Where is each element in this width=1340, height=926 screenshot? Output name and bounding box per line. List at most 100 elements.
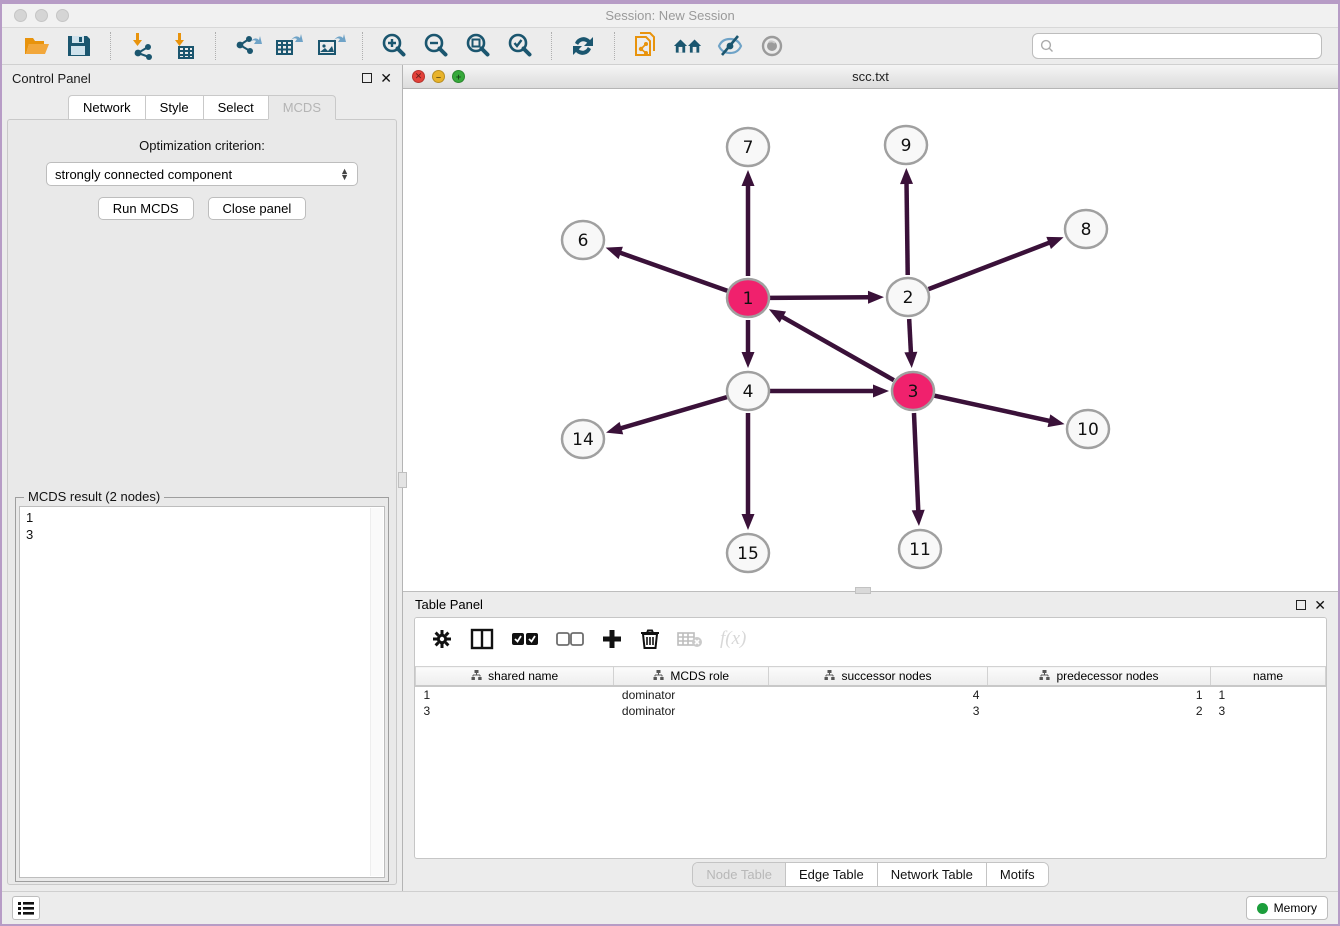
- export-table-icon[interactable]: [274, 32, 304, 60]
- graph-node-1[interactable]: 1: [727, 279, 769, 317]
- close-panel-icon[interactable]: ✕: [380, 73, 392, 83]
- toolbar-separator: [215, 32, 216, 60]
- table-cell[interactable]: 1: [1211, 686, 1326, 703]
- tab-edge-table[interactable]: Edge Table: [786, 863, 878, 886]
- table-row[interactable]: 1dominator411: [416, 686, 1326, 703]
- export-image-icon[interactable]: [316, 32, 346, 60]
- import-table-icon[interactable]: [169, 32, 199, 60]
- mcds-result-list[interactable]: 13: [19, 506, 385, 878]
- column-layout-icon[interactable]: [470, 627, 494, 651]
- edge-1-2[interactable]: [770, 297, 870, 298]
- table-cell[interactable]: 3: [416, 703, 614, 720]
- table-cell[interactable]: 1: [987, 686, 1210, 703]
- graph-node-3[interactable]: 3: [892, 372, 934, 410]
- clone-network-icon[interactable]: [631, 32, 661, 60]
- tab-network-table[interactable]: Network Table: [878, 863, 987, 886]
- table-panel-header: Table Panel ✕: [403, 592, 1338, 617]
- table-cell[interactable]: 4: [769, 686, 988, 703]
- table-cell[interactable]: dominator: [614, 703, 769, 720]
- deselect-all-icon[interactable]: [556, 631, 584, 647]
- edge-3-10[interactable]: [934, 396, 1050, 421]
- graph-node-6[interactable]: 6: [562, 221, 604, 259]
- float-panel-icon[interactable]: [362, 73, 372, 83]
- hide-style-icon[interactable]: [715, 32, 745, 60]
- select-all-icon[interactable]: [511, 631, 539, 647]
- mcds-result-title: MCDS result (2 nodes): [24, 489, 164, 504]
- svg-text:7: 7: [743, 138, 754, 158]
- graph-node-7[interactable]: 7: [727, 128, 769, 166]
- preview-icon[interactable]: [757, 32, 787, 60]
- tab-node-table[interactable]: Node Table: [693, 863, 786, 886]
- graph-node-10[interactable]: 10: [1067, 410, 1109, 448]
- edge-2-8[interactable]: [929, 242, 1051, 289]
- tab-network[interactable]: Network: [68, 95, 145, 120]
- edge-arrowhead: [606, 247, 623, 259]
- zoom-selected-icon[interactable]: [505, 32, 535, 60]
- tab-style[interactable]: Style: [145, 95, 203, 120]
- optimization-criterion-select[interactable]: strongly connected component ▲▼: [46, 162, 358, 186]
- result-item[interactable]: 1: [26, 509, 378, 526]
- search-input[interactable]: [1059, 39, 1314, 54]
- graph-node-14[interactable]: 14: [562, 420, 604, 458]
- vertical-splitter-handle[interactable]: [398, 472, 407, 488]
- zoom-fit-icon[interactable]: [463, 32, 493, 60]
- graph-node-9[interactable]: 9: [885, 126, 927, 164]
- graph-node-15[interactable]: 15: [727, 534, 769, 572]
- graph-node-8[interactable]: 8: [1065, 210, 1107, 248]
- column-header-MCDS-role[interactable]: MCDS role: [614, 667, 769, 686]
- table-row[interactable]: 3dominator323: [416, 703, 1326, 720]
- float-table-panel-icon[interactable]: [1296, 600, 1306, 610]
- edge-4-14[interactable]: [619, 397, 726, 429]
- edge-2-9[interactable]: [907, 182, 908, 275]
- edge-1-6[interactable]: [619, 252, 727, 290]
- network-canvas[interactable]: 7 9 6 8 1 2 4 3 14 10 15 11: [403, 89, 1338, 591]
- graph-node-4[interactable]: 4: [727, 372, 769, 410]
- save-session-icon[interactable]: [64, 32, 94, 60]
- run-mcds-button[interactable]: Run MCDS: [98, 197, 194, 220]
- edge-3-11[interactable]: [914, 413, 918, 512]
- open-session-icon[interactable]: [22, 32, 52, 60]
- delete-column-icon[interactable]: [640, 628, 660, 650]
- export-network-icon[interactable]: [232, 32, 262, 60]
- edge-2-3[interactable]: [909, 319, 911, 354]
- tab-mcds[interactable]: MCDS: [268, 95, 336, 120]
- close-table-panel-icon[interactable]: ✕: [1314, 600, 1326, 610]
- table-cell[interactable]: dominator: [614, 686, 769, 703]
- column-header-predecessor-nodes[interactable]: predecessor nodes: [987, 667, 1210, 686]
- first-neighbors-icon[interactable]: [673, 32, 703, 60]
- tab-motifs[interactable]: Motifs: [987, 863, 1048, 886]
- svg-text:10: 10: [1077, 420, 1099, 440]
- import-network-icon[interactable]: [127, 32, 157, 60]
- result-item[interactable]: 3: [26, 526, 378, 543]
- column-header-label: shared name: [488, 669, 558, 683]
- optimization-criterion-label: Optimization criterion:: [8, 138, 396, 153]
- toolbar-separator: [614, 32, 615, 60]
- table-cell[interactable]: 3: [769, 703, 988, 720]
- table-cell[interactable]: 2: [987, 703, 1210, 720]
- graph-node-11[interactable]: 11: [899, 530, 941, 568]
- control-panel-header: Control Panel ✕: [2, 65, 402, 91]
- gear-icon[interactable]: [431, 628, 453, 650]
- memory-button[interactable]: Memory: [1246, 896, 1328, 920]
- column-header-name[interactable]: name: [1211, 667, 1326, 686]
- zoom-out-icon[interactable]: [421, 32, 451, 60]
- search-field[interactable]: [1032, 33, 1322, 59]
- close-panel-button[interactable]: Close panel: [208, 197, 307, 220]
- column-header-label: predecessor nodes: [1056, 669, 1158, 683]
- add-column-icon[interactable]: [601, 628, 623, 650]
- node-table[interactable]: shared name MCDS rolesuccessor nodes prede…: [415, 666, 1326, 720]
- table-cell[interactable]: 1: [416, 686, 614, 703]
- dropdown-value: strongly connected component: [55, 167, 232, 182]
- task-history-button[interactable]: [12, 896, 40, 920]
- toolbar-separator: [362, 32, 363, 60]
- horizontal-splitter-handle[interactable]: [855, 587, 871, 594]
- apply-layout-icon[interactable]: [568, 32, 598, 60]
- column-header-successor-nodes[interactable]: successor nodes: [769, 667, 988, 686]
- result-scrollbar[interactable]: [370, 508, 383, 876]
- edge-3-1[interactable]: [781, 316, 894, 380]
- column-header-shared-name[interactable]: shared name: [416, 667, 614, 686]
- zoom-in-icon[interactable]: [379, 32, 409, 60]
- tab-select[interactable]: Select: [203, 95, 268, 120]
- table-cell[interactable]: 3: [1211, 703, 1326, 720]
- graph-node-2[interactable]: 2: [887, 278, 929, 316]
